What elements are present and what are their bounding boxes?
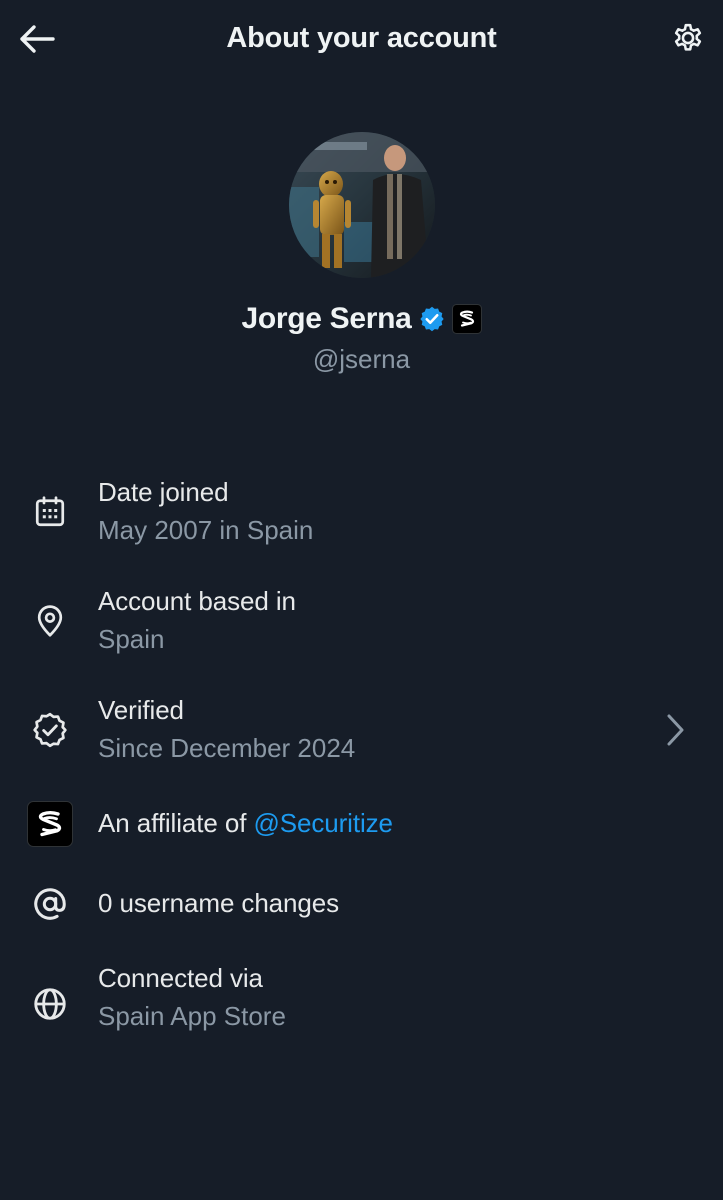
account-based-in-label: Account based in (98, 586, 296, 616)
account-based-in-value: Spain (98, 624, 165, 654)
verified-badge-icon (418, 305, 446, 333)
verified-value: Since December 2024 (98, 733, 356, 763)
connected-via-value: Spain App Store (98, 1001, 286, 1031)
date-joined-label: Date joined (98, 477, 229, 507)
chevron-right-icon[interactable] (661, 710, 691, 750)
user-handle: @jserna (312, 344, 411, 374)
at-sign-icon (26, 880, 74, 928)
verified-check-icon (26, 706, 74, 754)
date-joined-value: May 2007 in Spain (98, 515, 314, 545)
verified-label: Verified (98, 695, 184, 725)
affiliate-prefix: An affiliate of (98, 808, 254, 838)
profile-summary: Jorge Serna @jserna (0, 132, 723, 375)
verified-row[interactable]: Verified Since December 2024 (0, 688, 723, 768)
gear-icon (669, 19, 707, 62)
affiliate-link[interactable]: @Securitize (253, 808, 393, 838)
display-name: Jorge Serna (241, 302, 412, 335)
globe-icon (26, 980, 74, 1028)
username-changes-label: 0 username changes (98, 888, 340, 918)
securitize-badge-icon[interactable] (451, 304, 482, 334)
avatar[interactable] (288, 132, 435, 278)
calendar-icon (26, 488, 74, 536)
settings-button[interactable] (665, 17, 711, 63)
name-row: Jorge Serna (0, 302, 723, 336)
top-bar: About your account (0, 0, 723, 82)
location-pin-icon (26, 597, 74, 645)
securitize-logo-icon[interactable] (26, 800, 74, 848)
affiliate-text: An affiliate of @Securitize (98, 805, 393, 841)
connected-via-label: Connected via (98, 963, 263, 993)
page-title: About your account (226, 22, 497, 54)
